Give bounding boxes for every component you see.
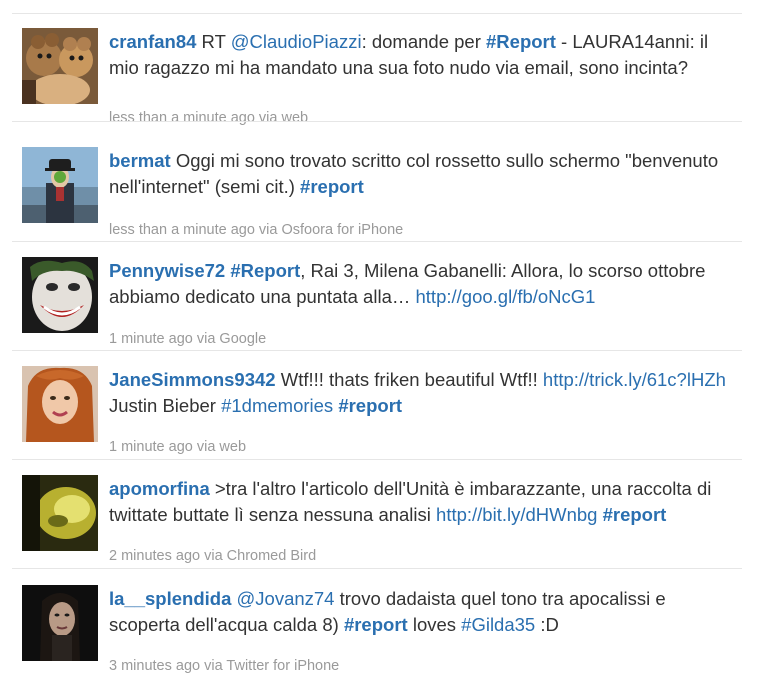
tweet-meta[interactable]: less than a minute ago via web (109, 110, 308, 126)
tweet-item: cranfan84 RT @ClaudioPiazzi: domande per… (12, 13, 742, 126)
tweet-text: cranfan84 RT @ClaudioPiazzi: domande per… (109, 29, 739, 81)
hashtag-link[interactable]: #Gilda35 (461, 614, 535, 635)
tweet-username[interactable]: JaneSimmons9342 (109, 369, 276, 390)
tweet-divider (12, 121, 742, 122)
tweet-meta[interactable]: less than a minute ago via Osfoora for i… (109, 222, 403, 238)
hashtag-link[interactable]: #report (338, 395, 402, 416)
url-link[interactable]: http://goo.gl/fb/oNcG1 (416, 286, 596, 307)
tweet-text-segment: :D (535, 614, 559, 635)
tweet-text: la__splendida @Jovanz74 trovo dadaista q… (109, 586, 739, 638)
hashtag-link[interactable]: #report (603, 504, 667, 525)
tweet-text-segment: Wtf!!! thats friken beautiful Wtf!! (275, 369, 543, 390)
tweet-text: bermat Oggi mi sono trovato scritto col … (109, 148, 739, 200)
tweet-meta[interactable]: 1 minute ago via Google (109, 331, 266, 347)
url-link[interactable]: http://bit.ly/dHWnbg (436, 504, 597, 525)
magritte-man-avatar[interactable] (22, 147, 98, 223)
tweet-meta[interactable]: 2 minutes ago via Chromed Bird (109, 548, 316, 564)
tweet-text-segment: Justin Bieber (109, 395, 222, 416)
tweet-username[interactable]: Pennywise72 (109, 260, 225, 281)
hashtag-link[interactable]: #Report (486, 31, 556, 52)
hashtag-link[interactable]: #report (344, 614, 408, 635)
tweet-text-segment: RT (196, 31, 231, 52)
tweet-meta[interactable]: 1 minute ago via web (109, 439, 246, 455)
teddy-bear-avatar[interactable] (22, 28, 98, 104)
tweet-item: apomorfina >tra l'altro l'articolo dell'… (12, 460, 742, 569)
tweet-item: bermat Oggi mi sono trovato scritto col … (12, 132, 742, 242)
tweet-username[interactable]: la__splendida (109, 588, 231, 609)
yellow-blur-avatar[interactable] (22, 475, 98, 551)
tweet-text-segment: loves (407, 614, 462, 635)
tweet-username[interactable]: apomorfina (109, 478, 210, 499)
tweet-text: apomorfina >tra l'altro l'articolo dell'… (109, 476, 739, 528)
dark-woman-avatar[interactable] (22, 585, 98, 661)
tweet-username[interactable]: cranfan84 (109, 31, 196, 52)
tweet-meta[interactable]: 3 minutes ago via Twitter for iPhone (109, 658, 339, 674)
tweet-text-segment: : domande per (361, 31, 487, 52)
tweet-username[interactable]: bermat (109, 150, 171, 171)
hashtag-link[interactable]: #report (300, 176, 364, 197)
tweet-divider (12, 568, 742, 569)
tweet-text-segment: Oggi mi sono trovato scritto col rossett… (109, 150, 719, 197)
hashtag-link[interactable]: #Report (230, 260, 300, 281)
mention-link[interactable]: @Jovanz74 (237, 588, 335, 609)
joker-face-avatar[interactable] (22, 257, 98, 333)
redhead-woman-avatar[interactable] (22, 366, 98, 442)
tweet-text: JaneSimmons9342 Wtf!!! thats friken beau… (109, 367, 739, 419)
tweet-text: Pennywise72 #Report, Rai 3, Milena Gaban… (109, 258, 739, 310)
tweet-item: Pennywise72 #Report, Rai 3, Milena Gaban… (12, 242, 742, 351)
hashtag-link[interactable]: #1dmemories (221, 395, 333, 416)
tweet-item: la__splendida @Jovanz74 trovo dadaista q… (12, 570, 742, 679)
tweet-item: JaneSimmons9342 Wtf!!! thats friken beau… (12, 351, 742, 460)
mention-link[interactable]: @ClaudioPiazzi (231, 31, 362, 52)
url-link[interactable]: http://trick.ly/61c?lHZh (543, 369, 726, 390)
